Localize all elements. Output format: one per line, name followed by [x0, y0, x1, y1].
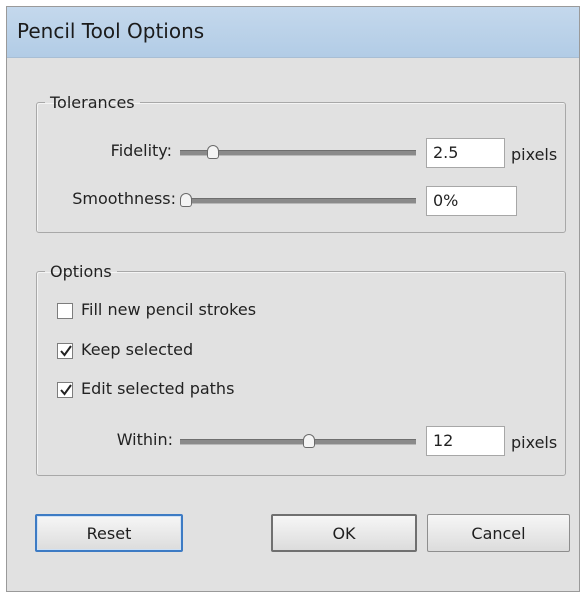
fill-new-strokes-label[interactable]: Fill new pencil strokes	[81, 300, 256, 319]
checkmark-icon	[60, 384, 72, 396]
smoothness-label: Smoothness:	[72, 189, 176, 208]
smoothness-input[interactable]: 0%	[426, 186, 517, 216]
edit-selected-paths-checkbox[interactable]	[57, 382, 73, 398]
keep-selected-label[interactable]: Keep selected	[81, 340, 193, 359]
fidelity-slider-thumb[interactable]	[206, 145, 219, 159]
keep-selected-checkbox[interactable]	[57, 343, 73, 359]
tolerances-legend: Tolerances	[50, 93, 135, 112]
fill-new-strokes-checkbox[interactable]	[57, 303, 73, 319]
fidelity-unit: pixels	[511, 145, 558, 164]
edit-selected-paths-label[interactable]: Edit selected paths	[81, 379, 234, 398]
within-slider-thumb[interactable]	[303, 434, 316, 448]
options-legend: Options	[50, 262, 112, 281]
fidelity-input[interactable]: 2.5	[426, 138, 505, 168]
within-label: Within:	[116, 430, 173, 449]
ok-button[interactable]: OK	[271, 514, 417, 552]
smoothness-slider-track[interactable]	[180, 198, 416, 204]
fidelity-label: Fidelity:	[110, 141, 172, 160]
reset-button[interactable]: Reset	[35, 514, 183, 552]
within-unit: pixels	[511, 433, 558, 452]
dialog-title: Pencil Tool Options	[17, 19, 205, 43]
title-bar[interactable]: Pencil Tool Options	[7, 7, 579, 58]
within-input[interactable]: 12	[426, 426, 505, 456]
cancel-button[interactable]: Cancel	[427, 514, 570, 552]
checkmark-icon	[60, 345, 72, 357]
within-slider-track[interactable]	[180, 439, 416, 445]
smoothness-slider-thumb[interactable]	[180, 193, 192, 207]
pencil-tool-options-dialog: Pencil Tool Options Tolerances Fidelity:…	[6, 6, 580, 592]
